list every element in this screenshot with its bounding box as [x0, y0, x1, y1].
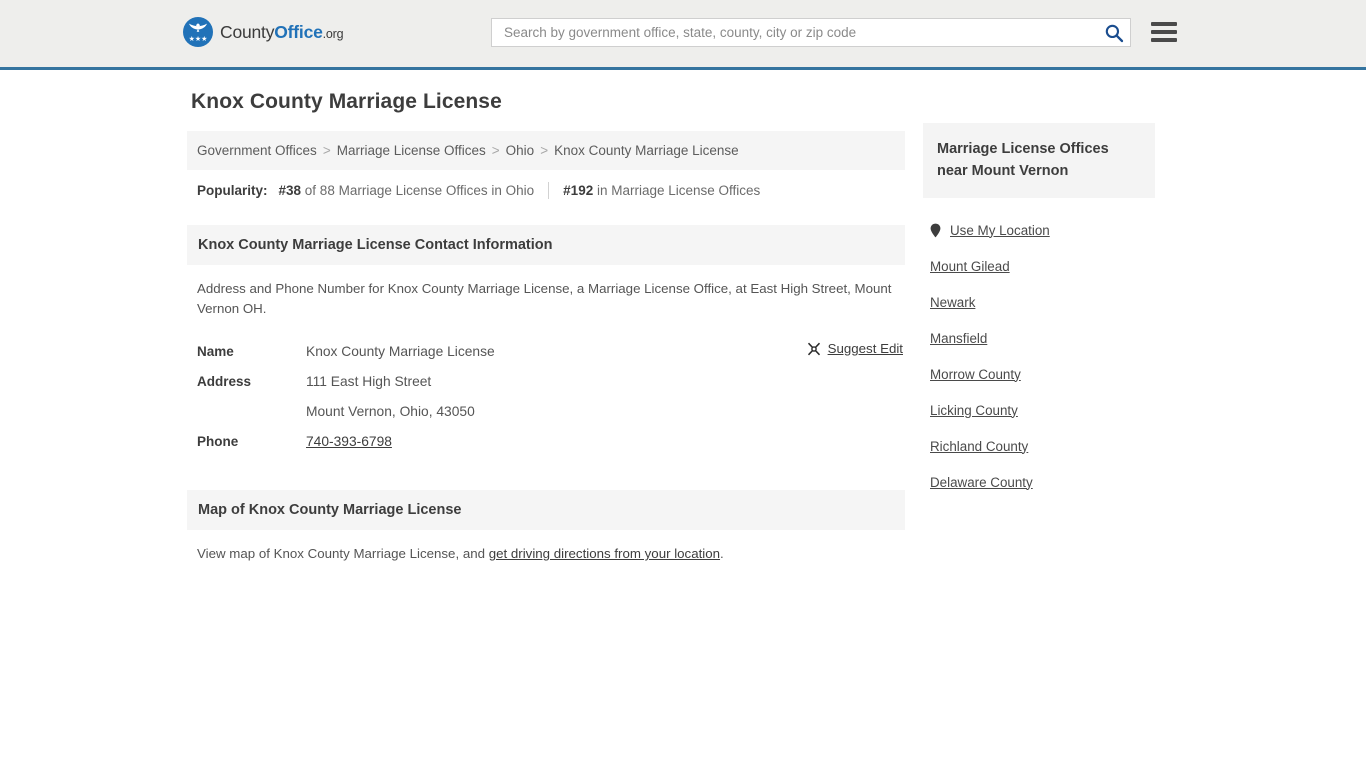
phone-link[interactable]: 740-393-6798: [306, 434, 392, 449]
search-bar: [491, 18, 1131, 47]
sidebar: Marriage License Offices near Mount Vern…: [923, 123, 1155, 500]
table-row: Mount Vernon, Ohio, 43050: [197, 396, 905, 426]
contact-section-heading: Knox County Marriage License Contact Inf…: [187, 225, 905, 265]
site-logo-link[interactable]: ★★★ CountyOffice.org: [183, 17, 344, 47]
brand-part-county: County: [220, 21, 275, 42]
popularity-national-rank-text: in Marriage License Offices: [593, 183, 761, 198]
sidebar-item-newark[interactable]: Newark: [923, 284, 1155, 320]
menu-bar-2: [1151, 30, 1177, 34]
breadcrumb-item-marriage-license-offices[interactable]: Marriage License Offices: [337, 142, 486, 159]
sidebar-link-label[interactable]: Mount Gilead: [930, 259, 1010, 274]
sidebar-item-morrow-county[interactable]: Morrow County: [923, 356, 1155, 392]
map-pin-icon: [930, 223, 941, 238]
contact-section-description: Address and Phone Number for Knox County…: [197, 281, 892, 316]
driving-directions-link[interactable]: get driving directions from your locatio…: [489, 546, 720, 561]
sidebar-item-use-my-location[interactable]: Use My Location: [923, 198, 1155, 248]
breadcrumb-item-ohio[interactable]: Ohio: [506, 142, 535, 159]
hamburger-menu-icon[interactable]: [1151, 19, 1177, 45]
detail-label-name: Name: [197, 343, 234, 359]
edit-pencil-icon: [807, 342, 821, 356]
breadcrumb-item-government-offices[interactable]: Government Offices: [197, 142, 317, 159]
main-content-column: Knox County Marriage License Government …: [187, 90, 905, 564]
popularity-state-rank: #38 of 88 Marriage License Offices in Oh…: [279, 183, 535, 198]
breadcrumb-separator: >: [322, 143, 331, 158]
stars-icon: ★★★: [188, 36, 208, 43]
popularity-state-rank-number: #38: [278, 183, 302, 198]
detail-label-address: Address: [197, 373, 252, 389]
detail-value-name: Knox County Marriage License: [306, 343, 495, 359]
popularity-state-rank-text: of 88 Marriage License Offices in Ohio: [301, 183, 535, 198]
sidebar-item-licking-county[interactable]: Licking County: [923, 392, 1155, 428]
search-input[interactable]: [492, 19, 1092, 46]
sidebar-item-mansfield[interactable]: Mansfield: [923, 320, 1155, 356]
map-section-heading: Map of Knox County Marriage License: [187, 490, 905, 530]
suggest-edit-button[interactable]: Suggest Edit: [807, 341, 903, 356]
sidebar-link-label[interactable]: Richland County: [930, 439, 1028, 454]
sidebar-links-list: Use My Location Mount Gilead Newark Mans…: [923, 198, 1155, 500]
map-text-before: View map of Knox County Marriage License…: [197, 546, 489, 561]
brand-part-office: Office: [274, 21, 323, 42]
breadcrumb-separator: >: [540, 143, 549, 158]
popularity-national-rank-number: #192: [563, 183, 594, 198]
detail-value-phone: 740-393-6798: [306, 434, 392, 449]
search-button[interactable]: [1102, 22, 1126, 44]
menu-bar-1: [1151, 22, 1177, 26]
table-row: Address 111 East High Street: [197, 366, 905, 396]
brand-wordmark: CountyOffice.org: [220, 21, 344, 43]
menu-bar-3: [1151, 38, 1177, 42]
sidebar-link-label[interactable]: Mansfield: [930, 331, 987, 346]
site-header: ★★★ CountyOffice.org: [0, 0, 1366, 70]
use-my-location-link[interactable]: Use My Location: [950, 223, 1050, 238]
popularity-divider: [548, 182, 550, 199]
popularity-label: Popularity:: [197, 183, 268, 198]
table-row: Name Knox County Marriage License: [197, 336, 905, 366]
popularity-national-rank: #192 in Marriage License Offices: [563, 183, 760, 198]
page-title: Knox County Marriage License: [191, 90, 502, 113]
eagle-seal-icon: ★★★: [183, 17, 213, 47]
sidebar-link-label[interactable]: Delaware County: [930, 475, 1033, 490]
breadcrumb-separator: >: [491, 143, 500, 158]
map-section-description: View map of Knox County Marriage License…: [187, 530, 905, 564]
detail-value-address-line2: Mount Vernon, Ohio, 43050: [306, 403, 475, 419]
sidebar-item-delaware-county[interactable]: Delaware County: [923, 464, 1155, 500]
table-row: Phone 740-393-6798: [197, 426, 905, 456]
suggest-edit-label: Suggest Edit: [827, 341, 903, 356]
sidebar-item-richland-county[interactable]: Richland County: [923, 428, 1155, 464]
popularity-row: Popularity: #38 of 88 Marriage License O…: [187, 170, 905, 209]
detail-value-address-line1: 111 East High Street: [306, 373, 432, 389]
sidebar-item-mount-gilead[interactable]: Mount Gilead: [923, 248, 1155, 284]
sidebar-link-label[interactable]: Newark: [930, 295, 975, 310]
detail-label-phone: Phone: [197, 433, 239, 449]
header-inner: ★★★ CountyOffice.org: [183, 0, 1183, 67]
sidebar-link-label[interactable]: Morrow County: [930, 367, 1021, 382]
search-icon: [1105, 24, 1124, 43]
breadcrumb-item-current: Knox County Marriage License: [554, 143, 739, 158]
sidebar-heading: Marriage License Offices near Mount Vern…: [923, 123, 1155, 198]
sidebar-link-label[interactable]: Licking County: [930, 403, 1018, 418]
brand-part-org: .org: [322, 26, 344, 41]
breadcrumb: Government Offices > Marriage License Of…: [187, 131, 905, 170]
contact-details-table: Name Knox County Marriage License Addres…: [187, 336, 905, 456]
map-text-after: .: [720, 546, 724, 561]
